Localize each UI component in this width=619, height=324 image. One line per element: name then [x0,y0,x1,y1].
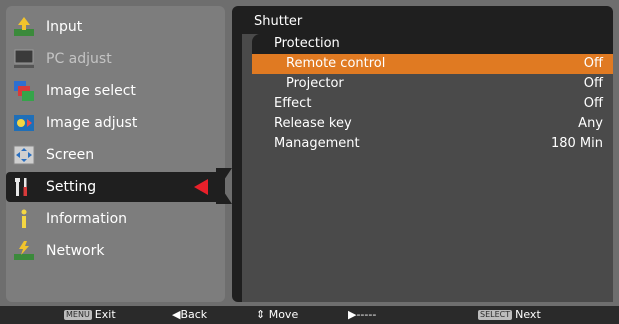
submenu-row-management[interactable]: Management 180 Min [252,134,613,154]
row-value: Off [583,76,603,91]
row-value: Off [583,56,603,71]
submenu-panel: Shutter Protection Remote control Off Pr… [232,6,613,302]
menu-item-pc-adjust[interactable]: PC adjust [6,44,225,74]
screen-icon [13,145,35,165]
submenu-row-projector[interactable]: Projector Off [252,74,613,94]
submenu-title: Shutter [254,14,303,29]
menu-item-network[interactable]: Network [6,236,225,266]
pc-adjust-icon [14,49,34,68]
projector-osd: Input PC adjust Image select Image adjus… [0,0,619,324]
row-value: Any [578,116,603,131]
menu-item-label: Screen [46,147,95,163]
row-label: Release key [274,116,352,131]
submenu-row-effect[interactable]: Effect Off [252,94,613,114]
select-hint[interactable]: SELECT Next [478,308,541,322]
submenu-row-remote-control[interactable]: Remote control Off [252,54,613,74]
menu-item-screen[interactable]: Screen [6,140,225,170]
exit-label: Exit [94,308,116,321]
menu-item-label: PC adjust [46,51,112,67]
menu-item-label: Network [46,243,105,259]
menu-item-label: Image select [46,83,136,99]
row-label: Effect [274,96,312,111]
select-key-badge: SELECT [478,310,513,320]
information-icon [21,209,27,228]
selection-pointer-icon [194,179,208,195]
menu-item-label: Information [46,211,128,227]
status-bar: MENU Exit ◀Back ⇕ Move ▶----- SELECT Next [0,306,619,324]
back-hint[interactable]: ◀Back [172,308,207,322]
menu-item-label: Input [46,19,83,35]
menu-item-label: Image adjust [46,115,138,131]
menu-item-image-select[interactable]: Image select [6,76,225,106]
row-label: Projector [286,76,344,91]
image-select-icon [14,81,34,101]
select-label: Next [515,308,541,321]
main-menu: Input PC adjust Image select Image adjus… [6,6,225,302]
setting-icon [15,178,27,196]
network-icon [14,241,34,260]
submenu-header[interactable]: Protection [252,34,613,54]
exit-hint[interactable]: MENU Exit [64,308,116,322]
menu-item-setting[interactable]: Setting [6,172,225,202]
submenu-header-label: Protection [274,36,340,51]
menu-item-input[interactable]: Input [6,12,225,42]
next-arrow-hint[interactable]: ▶----- [348,308,376,322]
menu-item-label: Setting [46,179,97,195]
image-adjust-icon [14,115,34,131]
row-label: Remote control [286,56,386,71]
menu-key-badge: MENU [64,310,92,320]
row-label: Management [274,136,360,151]
move-hint[interactable]: ⇕ Move [256,308,298,322]
submenu-content: Protection Remote control Off Projector … [242,34,613,302]
input-icon [14,17,34,36]
row-value: 180 Min [550,136,603,151]
submenu-row-release-key[interactable]: Release key Any [252,114,613,134]
menu-item-information[interactable]: Information [6,204,225,234]
row-value: Off [583,96,603,111]
menu-item-image-adjust[interactable]: Image adjust [6,108,225,138]
